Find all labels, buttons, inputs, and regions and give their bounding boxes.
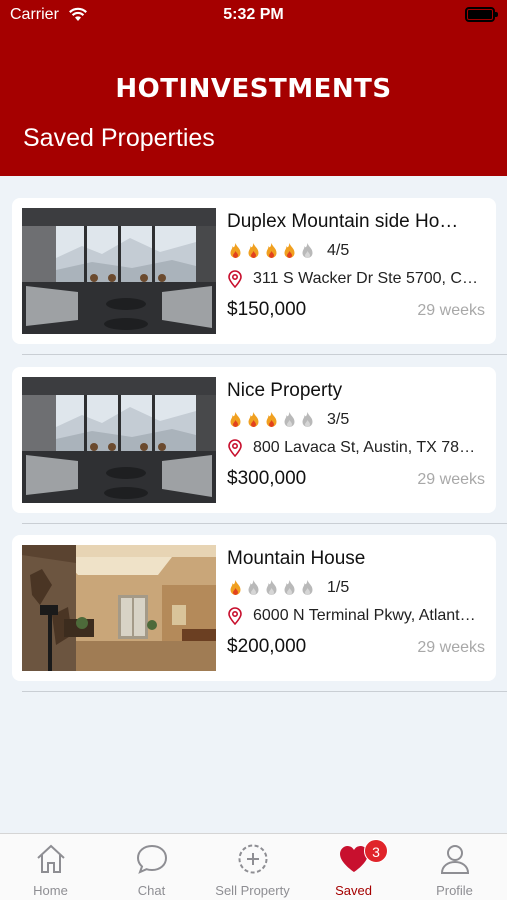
saved-age: 29 weeks (417, 302, 485, 319)
divider (22, 354, 507, 355)
tab-saved[interactable]: 3 Saved (303, 834, 404, 900)
property-address: 311 S Wacker Dr Ste 5700, C… (253, 270, 478, 287)
chat-icon (136, 844, 168, 874)
flame-empty-icon (302, 243, 313, 258)
property-address-row: 800 Lavaca St, Austin, TX 78… (227, 438, 487, 458)
flame-empty-icon (266, 580, 277, 595)
tab-label: Sell Property (215, 883, 290, 898)
saved-count-badge: 3 (364, 839, 388, 863)
flame-empty-icon (302, 580, 313, 595)
property-photo (22, 545, 216, 671)
flame-empty-icon (284, 580, 295, 595)
flame-empty-icon (248, 580, 259, 595)
property-address-row: 311 S Wacker Dr Ste 5700, C… (227, 269, 487, 289)
property-card[interactable]: Nice Property 3/5 800 Lavaca St, Austin,… (12, 367, 496, 513)
rating-text: 4/5 (327, 242, 350, 259)
location-pin-icon (228, 607, 242, 625)
tab-home[interactable]: Home (0, 834, 101, 900)
tab-bar: Home Chat Sell Property 3 Saved Profile (0, 833, 507, 900)
divider (22, 691, 507, 692)
property-rating: 4/5 (227, 242, 349, 260)
flame-empty-icon (284, 412, 295, 427)
app-logo: HOTINVESTMENTS (115, 74, 392, 104)
saved-age: 29 weeks (417, 471, 485, 488)
property-name: Duplex Mountain side Ho… (227, 211, 459, 232)
property-card[interactable]: Mountain House 1/5 6000 N Terminal Pkwy,… (12, 535, 496, 681)
flame-empty-icon (302, 412, 313, 427)
property-photo (22, 208, 216, 334)
tab-label: Saved (335, 883, 372, 898)
battery-icon (465, 7, 498, 22)
property-price: $200,000 (227, 636, 307, 657)
flame-icon (230, 243, 241, 258)
property-name: Nice Property (227, 380, 343, 401)
rating-text: 1/5 (327, 579, 350, 596)
property-name: Mountain House (227, 548, 366, 569)
property-price: $150,000 (227, 299, 307, 320)
flame-icon (230, 412, 241, 427)
status-bar: Carrier 5:32 PM (0, 0, 507, 32)
app-header: Carrier 5:32 PM HOTINVESTMENTS Saved Pro… (0, 0, 507, 176)
property-rating: 3/5 (227, 411, 349, 429)
add-circle-icon (238, 844, 268, 874)
flame-icon (248, 243, 259, 258)
flame-icon (284, 243, 295, 258)
home-icon (37, 844, 65, 873)
flame-icon (230, 580, 241, 595)
tab-sell-property[interactable]: Sell Property (202, 834, 303, 900)
location-pin-icon (228, 270, 242, 288)
property-price: $300,000 (227, 468, 307, 489)
property-address: 6000 N Terminal Pkwy, Atlant… (253, 607, 476, 624)
tab-profile[interactable]: Profile (404, 834, 505, 900)
page-title: Saved Properties (23, 124, 215, 152)
flame-icon (266, 412, 277, 427)
property-address: 800 Lavaca St, Austin, TX 78… (253, 439, 476, 456)
property-rating: 1/5 (227, 579, 349, 597)
rating-text: 3/5 (327, 411, 350, 428)
tab-chat[interactable]: Chat (101, 834, 202, 900)
tab-label: Chat (137, 883, 166, 898)
flame-icon (248, 412, 259, 427)
status-time: 5:32 PM (223, 6, 284, 23)
profile-icon (440, 845, 470, 874)
tab-label: Home (33, 883, 68, 898)
property-address-row: 6000 N Terminal Pkwy, Atlant… (227, 606, 487, 626)
location-pin-icon (228, 439, 242, 457)
property-card[interactable]: Duplex Mountain side Ho… 4/5 311 S Wacke… (12, 198, 496, 344)
property-photo (22, 377, 216, 503)
saved-age: 29 weeks (417, 639, 485, 656)
flame-icon (266, 243, 277, 258)
divider (22, 523, 507, 524)
tab-label: Profile (436, 883, 473, 898)
